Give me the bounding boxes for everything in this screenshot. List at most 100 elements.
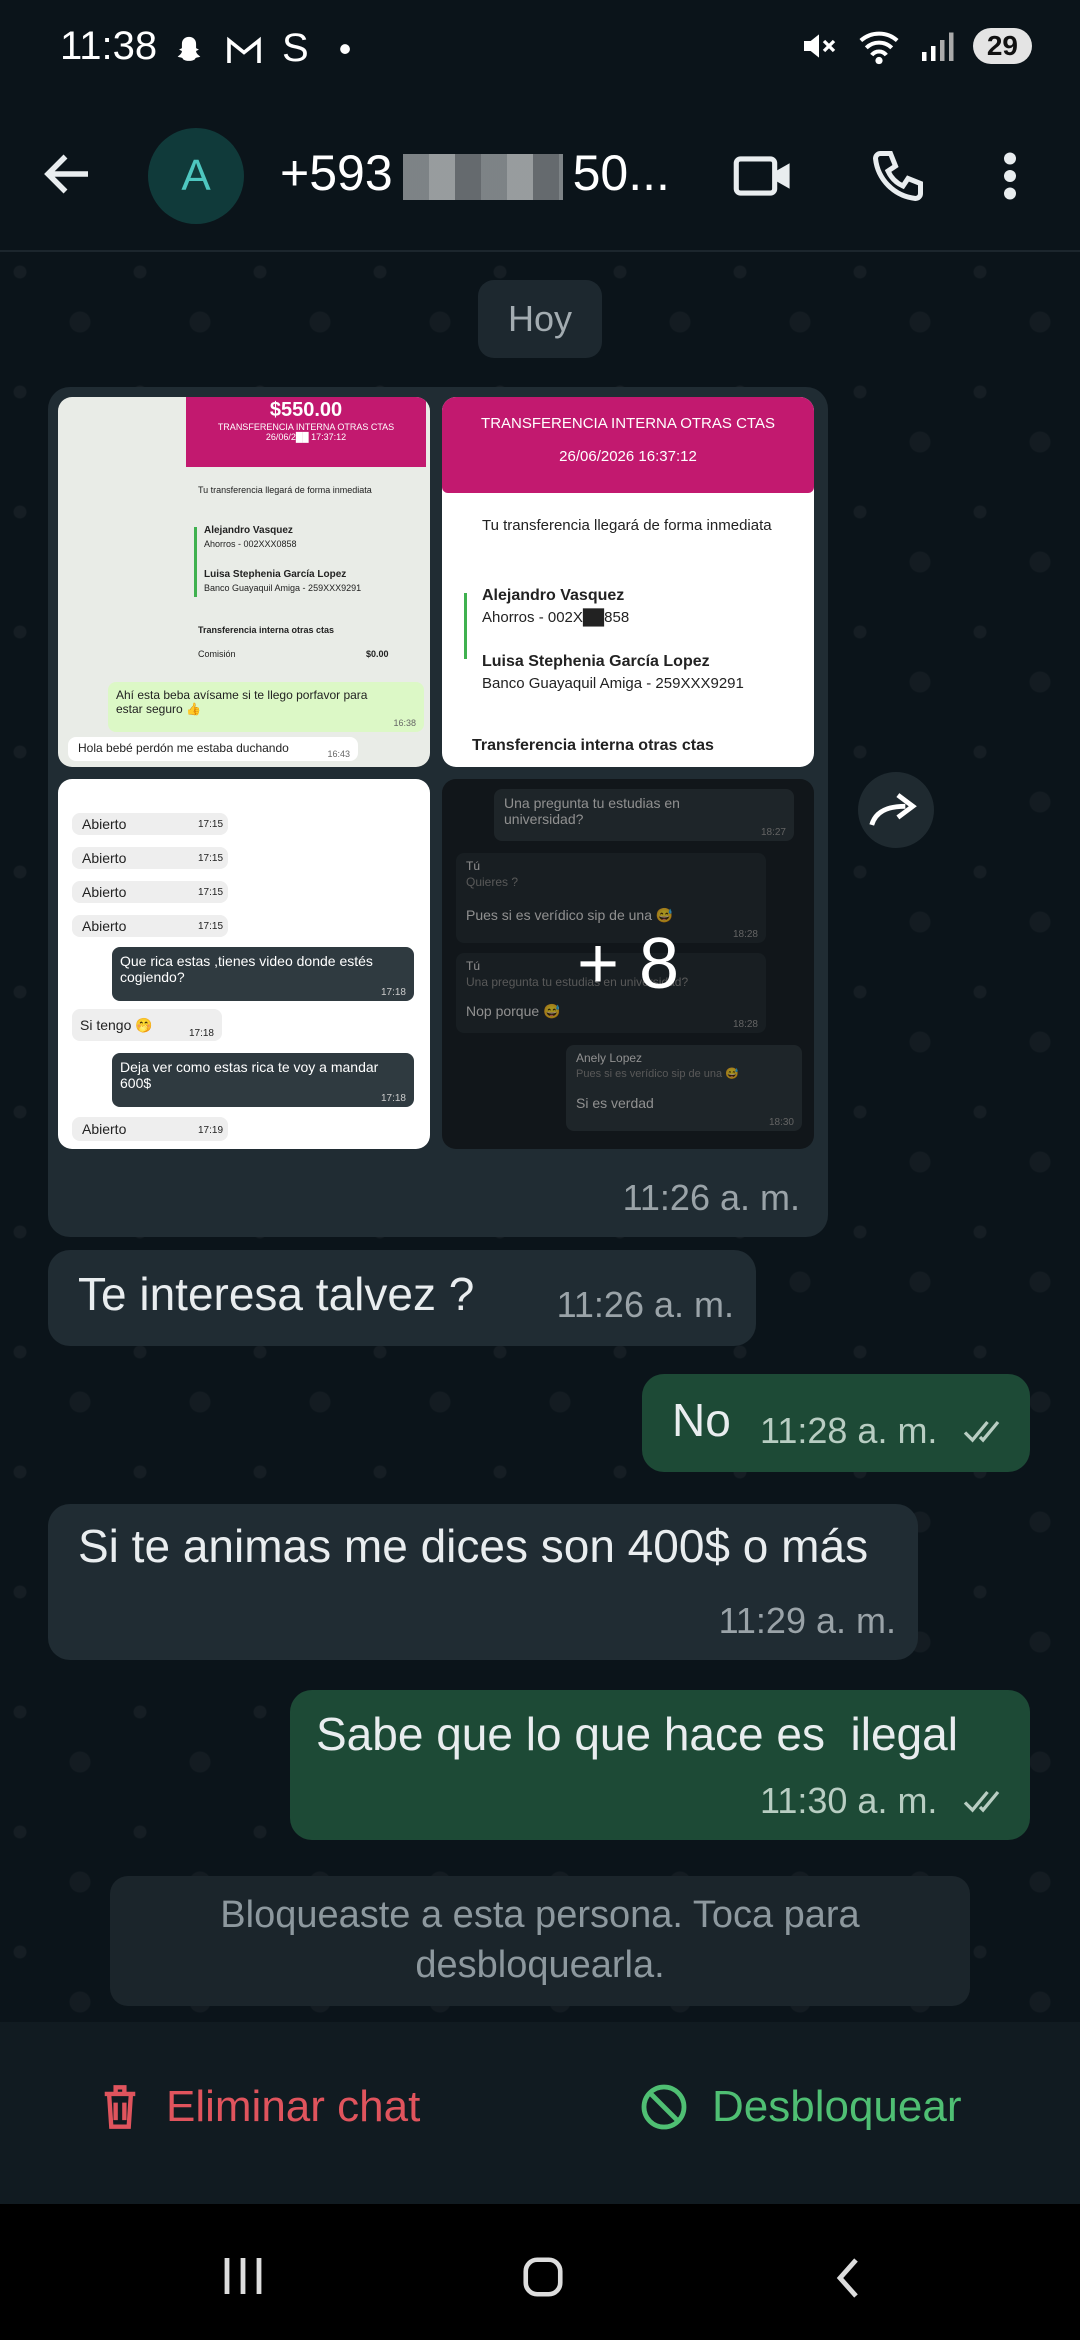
mini-time: 17:18 [380,1093,406,1104]
unblock-label: Desbloquear [712,2082,962,2131]
double-check-icon [963,1420,1000,1443]
receipt-from-name: Alejandro Vasquez [204,525,293,536]
contact-name[interactable]: +593 50... [280,144,670,202]
opened-time: 17:19 [198,1125,224,1136]
receipt-to-name: Luisa Stephenia García Lopez [482,653,710,670]
date-divider: Hoy [478,280,602,358]
battery-indicator: 29 [972,28,1032,64]
recents-icon[interactable] [218,2254,268,2298]
receipt-header: TRANSFERENCIA INTERNA OTRAS CTAS 26/06/2… [442,397,814,493]
more-vert-icon[interactable] [990,146,1030,206]
signal-icon [921,32,954,61]
receipt-header: $550.00 TRANSFERENCIA INTERNA OTRAS CTAS… [186,397,426,467]
forward-icon [869,793,917,826]
phone-icon[interactable] [866,146,930,206]
wifi-icon [859,31,899,65]
trash-icon [104,2085,136,2129]
mini-bubble-in: Si tengo 🤭 17:18 [72,1009,222,1041]
opened-pill: Abierto 17:19 [72,1117,228,1141]
message-time: 11:26 a. m. [622,1177,800,1218]
opened-pill: Abierto 17:15 [72,813,228,835]
receipt-amount: $550.00 [269,399,343,421]
blocked-notice[interactable]: Bloqueaste a esta persona. Toca para des… [110,1876,970,2006]
message-bubble-in[interactable]: Te interesa talvez ? 11:26 a. m. [48,1250,756,1346]
opened-time: 17:15 [198,853,224,864]
block-icon [641,2084,687,2130]
nav-back-icon[interactable] [830,2254,866,2302]
message-bubble-out[interactable]: No 11:28 a. m. [642,1374,1030,1472]
mini-time: 17:18 [380,987,406,998]
message-time: 11:28 a. m. [760,1410,938,1451]
mini-msg: Ahí esta beba avísame si te llego porfav… [116,688,368,716]
message-bubble-in[interactable]: Si te animas me dices son 400$ o más 11:… [48,1504,918,1660]
receipt-type: Transferencia interna otras ctas [198,625,335,635]
mini-msg: Si tengo 🤭 [80,1017,153,1033]
receipt-from-name: Alejandro Vasquez [482,587,625,604]
opened-label: Abierto [82,816,127,832]
opened-pill: Abierto 17:15 [72,881,228,903]
receipt-fee: $0.00 [366,649,389,659]
delete-chat-label: Eliminar chat [166,2082,421,2131]
media-thumbnail-2[interactable]: TRANSFERENCIA INTERNA OTRAS CTAS 26/06/2… [442,397,814,767]
message-text: Te interesa talvez ? [78,1268,475,1320]
receipt-title: TRANSFERENCIA INTERNA OTRAS CTAS [481,415,775,432]
mute-icon [803,34,836,58]
chat-area[interactable]: Hoy $550.00 TRANSFERENCIA INTERNA OTRAS … [0,252,1080,2022]
status-time: 11:38 [60,24,158,68]
snapchat-icon [177,37,201,62]
phone-suffix: 50... [572,145,670,201]
mini-bubble-out: Deja ver como estas rica te voy a mandar… [112,1053,414,1107]
home-icon[interactable] [520,2254,566,2300]
receipt-date: 26/06/2026 16:37:12 [559,448,697,465]
delete-chat-button[interactable]: Eliminar chat [98,2082,420,2132]
notification-dot: • [338,28,362,69]
mini-msg: Que rica estas ,tienes video donde estés… [120,953,373,985]
receipt-to-name: Luisa Stephenia García Lopez [204,569,347,580]
more-media-overlay[interactable]: + 8 [442,779,814,1149]
message-time: 11:26 a. m. [556,1284,734,1325]
forward-button[interactable] [858,772,934,848]
video-call-icon[interactable] [732,146,796,206]
mini-bubble-out: Que rica estas ,tienes video donde estés… [112,947,414,1001]
back-arrow-icon[interactable] [38,144,98,204]
receipt-notice: Tu transferencia llegará de forma inmedi… [482,517,772,534]
status-right: 29 [799,26,1032,66]
receipt-line [464,593,467,659]
message-text: No [672,1394,731,1446]
unblock-button[interactable]: Desbloquear [640,2082,962,2132]
mini-time: 16:38 [393,718,416,728]
receipt-type: Transferencia interna otras ctas [472,737,714,754]
receipt-to-acct: Banco Guayaquil Amiga - 259XXX9291 [482,675,744,692]
receipt-date: 26/06/2██ 17:37:12 [265,432,347,442]
receipt-line [194,527,197,597]
mini-msg: Deja ver como estas rica te voy a mandar… [120,1059,379,1091]
notification-icons: S • [172,26,361,71]
receipt-to-acct: Banco Guayaquil Amiga - 259XXX9291 [204,583,362,593]
mini-msg: Hola bebé perdón me estaba duchando [78,741,289,755]
mini-bubble-in: Hola bebé perdón me estaba duchando 16:4… [68,737,358,761]
double-check-icon [963,1790,1000,1813]
opened-label: Abierto [82,850,127,866]
mini-time: 17:18 [188,1028,214,1039]
receipt-from-acct: Ahorros - 002XXX0858 [204,539,297,549]
message-text: Si te animas me dices son 400$ o más [78,1520,869,1572]
media-thumbnail-1[interactable]: $550.00 TRANSFERENCIA INTERNA OTRAS CTAS… [58,397,430,767]
receipt-fee-label: Comisión [198,649,236,659]
gmail-icon [227,37,261,64]
message-text: Sabe que lo que hace es ilegal [316,1708,958,1760]
receipt-title: TRANSFERENCIA INTERNA OTRAS CTAS [217,422,395,432]
opened-pill: Abierto 17:15 [72,847,228,869]
opened-label: Abierto [82,918,127,934]
opened-label: Abierto [82,1121,127,1137]
avatar[interactable]: A [148,128,244,224]
mini-bubble-out: Ahí esta beba avísame si te llego porfav… [108,682,424,732]
opened-pill: Abierto 17:15 [72,915,228,937]
receipt-notice: Tu transferencia llegará de forma inmedi… [198,485,372,495]
message-bubble-out[interactable]: Sabe que lo que hace es ilegal 11:30 a. … [290,1690,1030,1840]
redacted-number [402,153,563,200]
media-album-message[interactable]: $550.00 TRANSFERENCIA INTERNA OTRAS CTAS… [48,387,828,1237]
mini-time: 16:43 [327,749,350,759]
opened-time: 17:15 [198,921,224,932]
media-thumbnail-3[interactable]: Abierto 17:15 Abierto 17:15 Abierto 17:15 A… [58,779,430,1149]
opened-time: 17:15 [198,887,224,898]
